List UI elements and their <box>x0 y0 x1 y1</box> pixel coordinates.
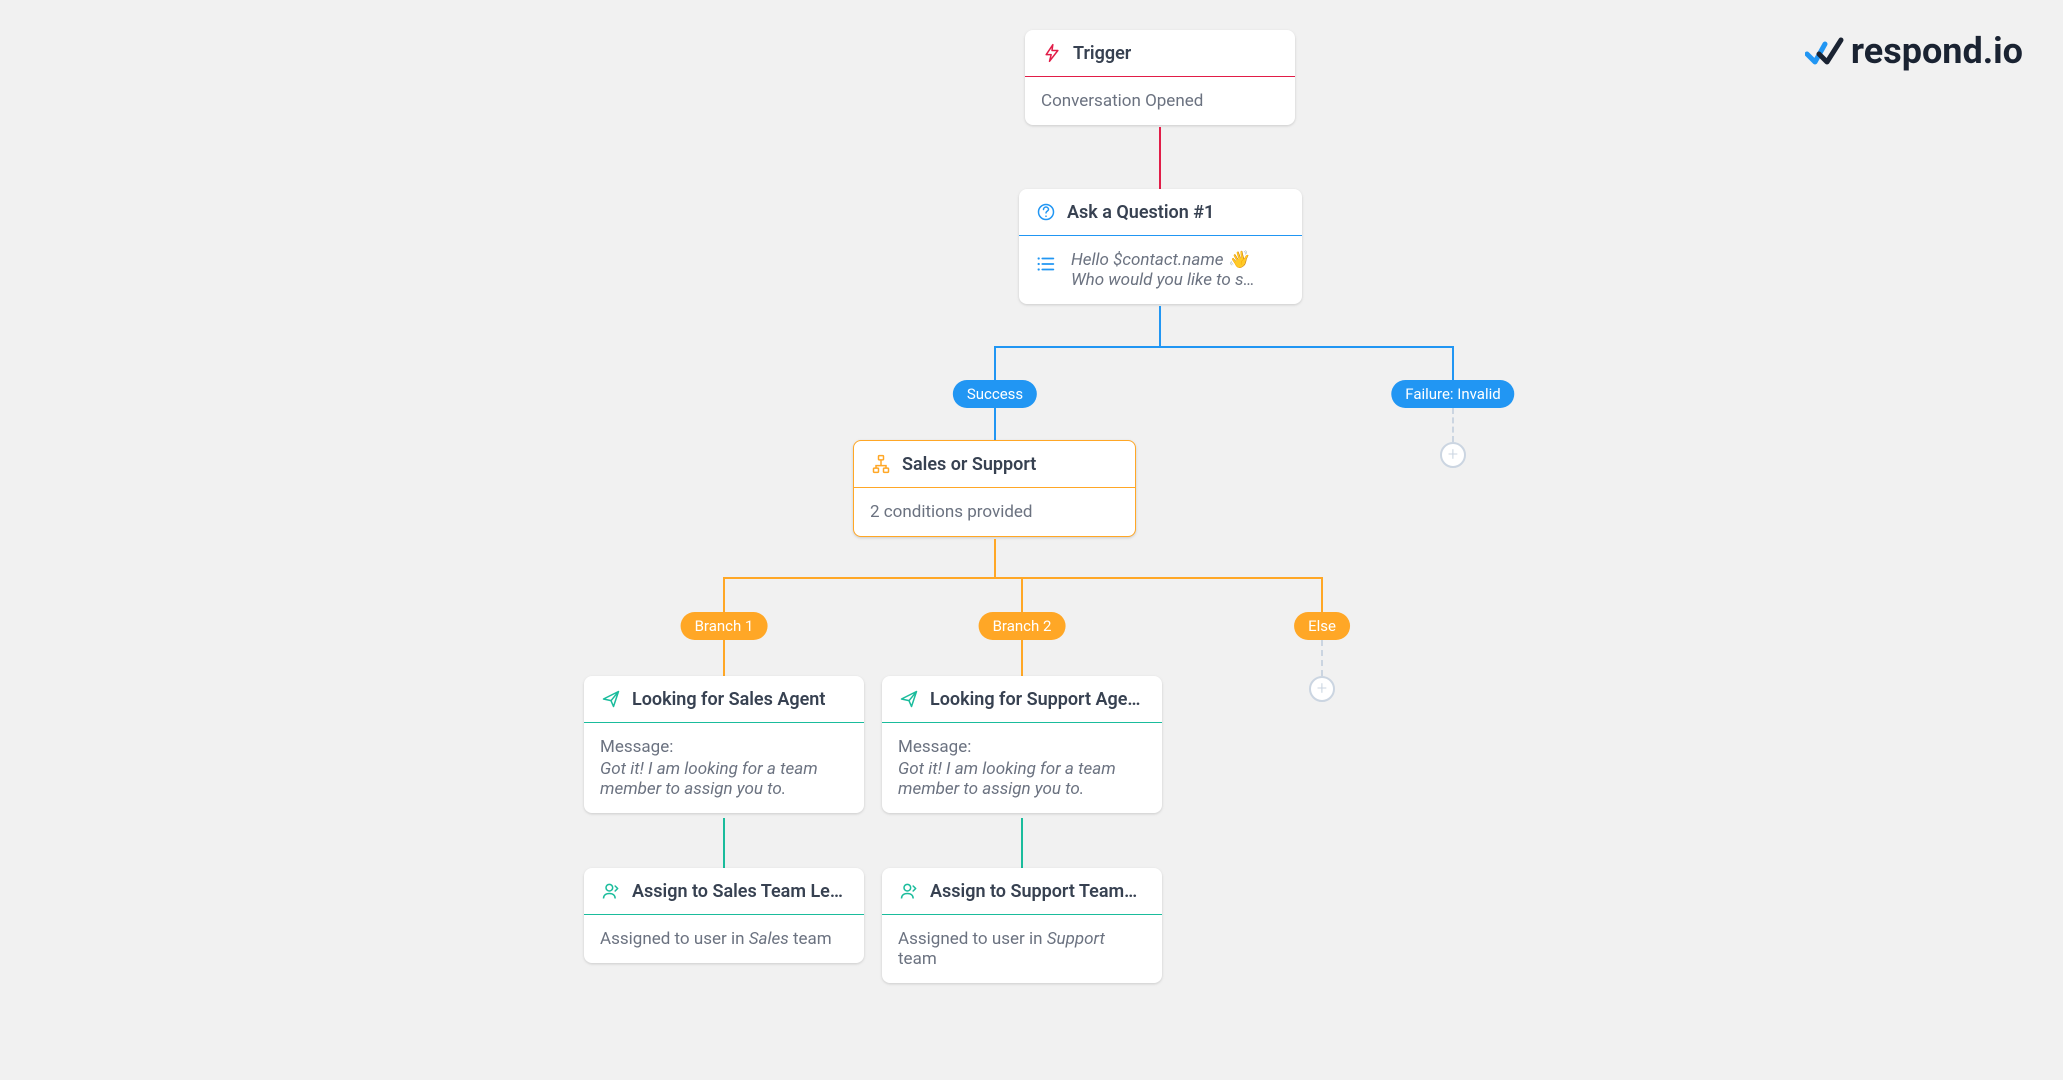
send-icon <box>898 688 920 710</box>
connector-line <box>1159 306 1161 346</box>
connector-line <box>723 577 1323 579</box>
condition-node[interactable]: Sales or Support 2 conditions provided <box>853 440 1136 537</box>
branch-pill-else[interactable]: Else <box>1294 612 1350 640</box>
connector-line <box>723 818 725 868</box>
branch-pill-failure[interactable]: Failure: Invalid <box>1391 380 1514 408</box>
connector-line <box>1159 127 1161 189</box>
msg-text: Got it! I am looking for a team member t… <box>898 759 1146 799</box>
add-step-button[interactable] <box>1440 442 1466 468</box>
connector-dashed <box>1321 640 1323 676</box>
trigger-body: Conversation Opened <box>1025 77 1295 125</box>
workflow-canvas[interactable]: respond.io Trigger Conversation Opened A… <box>0 0 2063 1080</box>
brand-logo: respond.io <box>1805 30 2023 72</box>
trigger-node[interactable]: Trigger Conversation Opened <box>1025 30 1295 125</box>
question-line2: Who would you like to s… <box>1071 270 1255 290</box>
assign1-body: Assigned to user in Sales team <box>584 915 864 963</box>
connector-line <box>1021 640 1023 676</box>
bolt-icon <box>1041 42 1063 64</box>
msg-text: Got it! I am looking for a team member t… <box>600 759 848 799</box>
connector-line <box>723 640 725 676</box>
question-icon <box>1035 201 1057 223</box>
branch-pill-1[interactable]: Branch 1 <box>681 612 768 640</box>
connector-line <box>994 408 996 440</box>
connector-dashed <box>1452 408 1454 442</box>
send2-title: Looking for Support Age… <box>930 689 1140 710</box>
assign1-title: Assign to Sales Team Le… <box>632 881 843 902</box>
user-assign-icon <box>898 880 920 902</box>
msg-label: Message: <box>600 737 848 757</box>
logo-mark-icon <box>1805 36 1845 66</box>
connector-line <box>994 346 1454 348</box>
list-icon <box>1035 253 1059 277</box>
send-message-node-1[interactable]: Looking for Sales Agent Message: Got it!… <box>584 676 864 813</box>
question-line1: Hello $contact.name 👋 <box>1071 250 1255 270</box>
send-message-node-2[interactable]: Looking for Support Age… Message: Got it… <box>882 676 1162 813</box>
condition-body: 2 conditions provided <box>854 488 1135 536</box>
trigger-title: Trigger <box>1073 43 1131 64</box>
add-step-button[interactable] <box>1309 676 1335 702</box>
question-node[interactable]: Ask a Question #1 Hello $contact.name 👋 … <box>1019 189 1302 304</box>
send1-title: Looking for Sales Agent <box>632 689 825 710</box>
assign-node-1[interactable]: Assign to Sales Team Le… Assigned to use… <box>584 868 864 963</box>
user-assign-icon <box>600 880 622 902</box>
assign2-title: Assign to Support Team… <box>930 881 1137 902</box>
assign2-body: Assigned to user in Support team <box>882 915 1162 983</box>
msg-label: Message: <box>898 737 1146 757</box>
brand-name: respond.io <box>1851 30 2023 72</box>
send-icon <box>600 688 622 710</box>
connector-line <box>1021 818 1023 868</box>
branch-icon <box>870 453 892 475</box>
connector-line <box>994 539 996 577</box>
assign-node-2[interactable]: Assign to Support Team… Assigned to user… <box>882 868 1162 983</box>
condition-title: Sales or Support <box>902 454 1036 475</box>
branch-pill-2[interactable]: Branch 2 <box>979 612 1066 640</box>
branch-pill-success[interactable]: Success <box>953 380 1037 408</box>
question-title: Ask a Question #1 <box>1067 202 1214 223</box>
